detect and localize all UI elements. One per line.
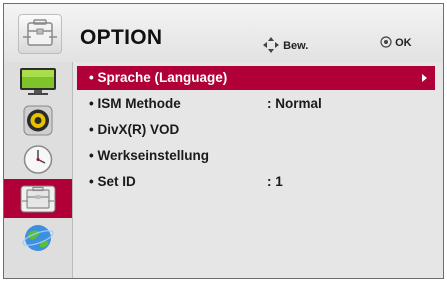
page-title: OPTION	[80, 26, 163, 49]
menu-item-label: • Sprache (Language)	[89, 70, 228, 85]
time-clock-icon	[23, 145, 53, 174]
osd-menu-window: OPTION Bew. OK • Sprache (Language) • IS…	[3, 3, 444, 279]
move-hint-label: Bew.	[283, 40, 309, 52]
ok-hint: OK	[380, 36, 412, 49]
move-hint: Bew.	[262, 36, 308, 54]
sidebar-item-picture[interactable]	[4, 62, 72, 101]
option-menu-list: • Sprache (Language) • ISM Methode : Nor…	[73, 62, 443, 278]
option-toolbox-icon	[18, 14, 62, 54]
chevron-right-icon	[422, 74, 427, 82]
menu-item-divx-vod[interactable]: • DivX(R) VOD	[77, 118, 435, 142]
menu-item-label: • Set ID	[89, 174, 136, 189]
sidebar-item-audio[interactable]	[4, 101, 72, 140]
dpad-icon	[263, 37, 279, 53]
menu-item-value: : Normal	[267, 96, 322, 111]
sidebar-item-network[interactable]	[4, 218, 72, 257]
category-sidebar	[4, 62, 73, 278]
menu-item-ism-method[interactable]: • ISM Methode : Normal	[77, 92, 435, 116]
menu-item-factory-reset[interactable]: • Werkseinstellung	[77, 144, 435, 168]
menu-item-label: • DivX(R) VOD	[89, 122, 180, 137]
menu-item-set-id[interactable]: • Set ID : 1	[77, 170, 435, 194]
sidebar-item-option[interactable]	[4, 179, 72, 218]
ok-circle-icon	[380, 36, 392, 48]
menu-item-label: • ISM Methode	[89, 96, 181, 111]
option-toolbox-icon	[20, 185, 56, 213]
menu-item-language[interactable]: • Sprache (Language)	[77, 66, 435, 90]
picture-tv-icon	[20, 68, 56, 95]
menu-item-label: • Werkseinstellung	[89, 148, 210, 163]
audio-speaker-icon	[23, 105, 53, 136]
menu-header: OPTION Bew. OK	[4, 4, 443, 63]
ok-hint-label: OK	[395, 37, 412, 49]
network-globe-icon	[22, 225, 54, 251]
menu-item-value: : 1	[267, 174, 283, 189]
sidebar-item-time[interactable]	[4, 140, 72, 179]
